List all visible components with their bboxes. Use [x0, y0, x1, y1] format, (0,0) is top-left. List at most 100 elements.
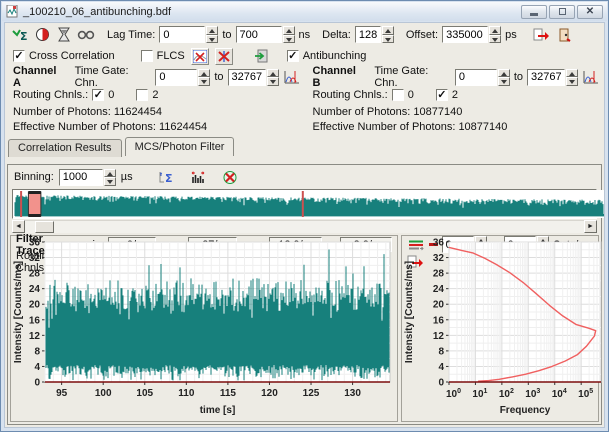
channel-b-gate-from-up[interactable]: [498, 69, 510, 78]
lag-to-up[interactable]: [283, 26, 295, 35]
channel-b-gate-to-input[interactable]: [527, 69, 565, 86]
svg-text:28: 28: [433, 269, 445, 280]
hourglass-icon[interactable]: [55, 26, 73, 43]
lag-from-up[interactable]: [206, 26, 218, 35]
delta-up[interactable]: [382, 26, 394, 35]
flcs-checkbox[interactable]: [141, 50, 153, 62]
offset-label: Offset:: [406, 29, 438, 41]
export-button[interactable]: [533, 26, 551, 43]
svg-text:4: 4: [34, 362, 40, 373]
lag-to-input[interactable]: [236, 26, 282, 43]
restore-button[interactable]: [549, 5, 575, 19]
channel-b-routing-label: Routing Chnls.:: [313, 89, 388, 101]
exit-button[interactable]: [555, 26, 573, 43]
scrollbar-thumb[interactable]: [35, 221, 54, 233]
trace-scrollbar[interactable]: ◄ ►: [12, 220, 597, 233]
add-report-icon[interactable]: [253, 48, 271, 65]
main-toolbar: Σ Lag Time: to ns Delt: [5, 23, 604, 46]
svg-text:24: 24: [433, 284, 445, 295]
mcs-range-button[interactable]: [189, 169, 207, 186]
cross-correlation-checkbox[interactable]: [13, 50, 25, 62]
channel-a-title: Channel A: [13, 65, 65, 89]
offset-up[interactable]: [489, 26, 501, 35]
scroll-right-button[interactable]: ►: [584, 220, 597, 233]
channel-a-eff-photons-label: Effective Number of Photons:: [13, 121, 156, 133]
channel-a-routing-2-checkbox[interactable]: [136, 89, 148, 101]
channel-a-histogram-icon[interactable]: [283, 69, 301, 86]
correlation-options-row: Cross Correlation FLCS Antibunching: [5, 46, 604, 66]
svg-text:100: 100: [446, 388, 461, 400]
offset-down[interactable]: [489, 35, 501, 44]
channel-b-eff-photons-label: Effective Number of Photons:: [313, 121, 456, 133]
svg-text:130: 130: [344, 388, 361, 399]
lag-from-down[interactable]: [206, 35, 218, 44]
pie-clock-icon[interactable]: [33, 26, 51, 43]
tab-mcs-photon-filter[interactable]: MCS/Photon Filter: [125, 137, 235, 156]
binning-input[interactable]: [59, 169, 103, 186]
offset-spinner: [442, 26, 501, 43]
channel-b-photons-value: 10877140: [413, 106, 462, 118]
calculate-sum-button[interactable]: Σ: [11, 26, 29, 43]
svg-text:8: 8: [34, 346, 40, 357]
antibunching-checkbox[interactable]: [287, 50, 299, 62]
cross-correlation-label: Cross Correlation: [29, 50, 115, 62]
svg-text:time [s]: time [s]: [200, 405, 236, 416]
channel-a-routing-label: Routing Chnls.:: [13, 89, 88, 101]
antibunching-option[interactable]: Antibunching: [287, 50, 367, 62]
channel-a-routing-0-checkbox[interactable]: [92, 89, 104, 101]
scroll-left-button[interactable]: ◄: [12, 220, 25, 233]
cross-correlation-option[interactable]: Cross Correlation: [13, 50, 115, 62]
binning-up[interactable]: [104, 169, 116, 178]
close-button[interactable]: ✕: [577, 5, 603, 19]
offset-input[interactable]: [442, 26, 488, 43]
svg-text:32: 32: [29, 253, 41, 264]
channel-b-routing-2-checkbox[interactable]: [436, 89, 448, 101]
trace-overview-strip[interactable]: [12, 189, 597, 219]
scrollbar-track[interactable]: [25, 220, 584, 233]
intensity-frequency-chart[interactable]: 04812162024283236Intensity [Counts/ms]10…: [403, 234, 597, 420]
svg-text:105: 105: [136, 388, 153, 399]
intensity-trace-chart[interactable]: 04812162024283236Intensity [Counts/ms]95…: [12, 234, 396, 420]
document-icon: [6, 5, 19, 18]
delta-input[interactable]: [355, 26, 381, 43]
binning-down[interactable]: [104, 177, 116, 186]
channel-a-section: Channel A Time Gate: Chn. to: [5, 68, 305, 134]
svg-text:104: 104: [551, 388, 566, 400]
svg-text:Frequency: Frequency: [499, 405, 550, 416]
minimize-button[interactable]: [521, 5, 547, 19]
channel-a-gate-from-down[interactable]: [198, 77, 210, 86]
client-area: Σ Lag Time: to ns Delt: [4, 22, 605, 428]
svg-text:Σ: Σ: [165, 172, 173, 184]
channel-a-gate-to-input[interactable]: [228, 69, 266, 86]
channel-a-routing-2-label: 2: [152, 89, 158, 101]
channel-a-gate-to-down[interactable]: [267, 77, 279, 86]
channel-a-gate-to-up[interactable]: [267, 69, 279, 78]
channel-a-gate-from-up[interactable]: [198, 69, 210, 78]
channel-b-gate-to-down[interactable]: [566, 77, 578, 86]
lag-to-down[interactable]: [283, 35, 295, 44]
channel-b-routing-0-checkbox[interactable]: [392, 89, 404, 101]
channel-b-gate-to-up[interactable]: [566, 69, 578, 78]
flcs-plot-button[interactable]: [191, 48, 209, 65]
flcs-label: FLCS: [157, 50, 185, 62]
channel-b-histogram-icon[interactable]: [582, 69, 600, 86]
flcs-option[interactable]: FLCS: [141, 50, 185, 62]
svg-text:105: 105: [578, 388, 593, 400]
channel-b-photons-label: Number of Photons:: [313, 106, 411, 118]
svg-text:103: 103: [525, 388, 540, 400]
delta-down[interactable]: [382, 35, 394, 44]
channel-b-gate-from-down[interactable]: [498, 77, 510, 86]
svg-text:Intensity [Counts/ms]: Intensity [Counts/ms]: [13, 261, 24, 363]
lag-from-input[interactable]: [159, 26, 205, 43]
tab-correlation-results[interactable]: Correlation Results: [8, 139, 122, 157]
channel-a-gate-from-input[interactable]: [155, 69, 197, 86]
binning-sum-button[interactable]: Σ: [157, 169, 175, 186]
title-bar[interactable]: _100210_06_antibunching.bdf ✕: [2, 2, 607, 21]
channel-b-gate-from-input[interactable]: [455, 69, 497, 86]
svg-text:28: 28: [29, 269, 41, 280]
preview-glasses-icon[interactable]: [77, 26, 95, 43]
flcs-pattern-button[interactable]: [215, 48, 233, 65]
channel-a-photons-value: 11624454: [114, 106, 162, 118]
clear-filter-button[interactable]: [221, 169, 239, 186]
channel-b-routing-0-label: 0: [408, 89, 414, 101]
